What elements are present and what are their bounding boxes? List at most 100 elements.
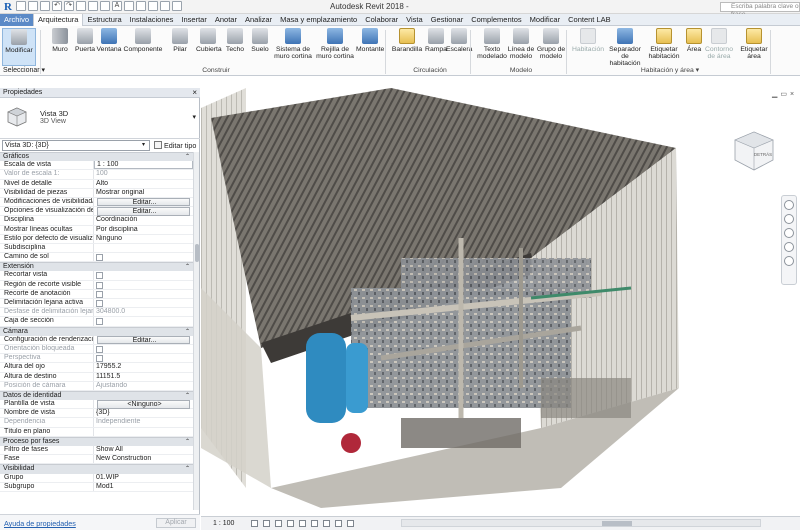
edit-button[interactable]: Editar... [97,335,190,345]
close-view-icon[interactable]: × [790,91,797,98]
tab-complementos[interactable]: Complementos [467,14,525,26]
tag-area-button[interactable]: Etiquetar área [738,28,770,66]
save-icon[interactable] [28,1,38,11]
redo-icon[interactable]: ↷ [64,1,74,11]
view-scale[interactable]: 1 : 100 [213,520,234,527]
property-value[interactable]: Mod1 [94,483,193,491]
restore-icon[interactable]: ▭ [780,91,790,98]
tab-content-lab[interactable]: Content LAB [564,14,615,26]
switch-windows-icon[interactable] [172,1,182,11]
property-value[interactable] [94,428,193,436]
property-value[interactable]: Mostrar original [94,189,193,197]
checkbox[interactable] [96,254,103,262]
hide-isolate-icon[interactable] [335,520,342,527]
column-button[interactable]: Pilar [170,28,190,66]
close-hidden-icon[interactable] [160,1,170,11]
thin-lines-icon[interactable] [148,1,158,11]
select-group-label[interactable]: Seleccionar ▾ [3,66,45,74]
tab-estructura[interactable]: Estructura [83,14,125,26]
detail-level-icon[interactable] [251,520,258,527]
print-icon[interactable] [76,1,86,11]
collapse-icon[interactable]: ⌃ [185,153,190,162]
point-cloud-model[interactable] [201,88,800,516]
render-icon[interactable] [299,520,306,527]
collapse-icon[interactable]: ⌃ [185,438,190,447]
property-section-header[interactable]: Cámara ⌃ [0,326,193,337]
edit-button[interactable]: Editar... [97,207,190,216]
sync-icon[interactable] [40,1,50,11]
property-value[interactable]: 01.WIP [94,474,193,482]
checkbox[interactable] [96,290,103,298]
type-selector[interactable]: Vista 3D 3D View ▾ [0,99,200,139]
property-section-header[interactable]: Gráficos ⌃ [0,152,193,162]
tab-colaborar[interactable]: Colaborar [361,14,402,26]
room-button[interactable]: Habitación [570,28,606,66]
property-section-header[interactable]: Visibilidad ⌃ [0,464,193,474]
door-button[interactable]: Puerta [74,28,96,66]
tab-insertar[interactable]: Insertar [177,14,210,26]
3d-view-icon[interactable] [124,1,134,11]
property-value[interactable]: Show All [94,446,193,454]
section-icon[interactable] [136,1,146,11]
revit-logo-icon[interactable]: R [2,1,14,13]
view-cube[interactable]: DETRÁS [729,126,779,176]
properties-scrollbar[interactable] [193,152,199,510]
chevron-down-icon[interactable]: ▾ [142,141,145,148]
collapse-icon[interactable]: ⌃ [185,392,190,401]
model-line-button[interactable]: Línea de modelo [506,28,536,66]
edit-type-button[interactable]: Editar tipo [154,140,196,151]
properties-help-link[interactable]: Ayuda de propiedades [4,519,76,528]
measure-icon[interactable] [88,1,98,11]
chevron-down-icon[interactable]: ▾ [192,113,196,121]
collapse-icon[interactable]: ⌃ [185,328,190,337]
property-section-header[interactable]: Datos de identidad ⌃ [0,390,193,401]
tab-anotar[interactable]: Anotar [211,14,241,26]
room-separator-button[interactable]: Separador de habitación [606,28,644,67]
property-value[interactable]: Alto [94,180,193,188]
tab-archivo[interactable]: Archivo [0,14,34,26]
collapse-icon[interactable]: ⌃ [185,263,190,272]
pan-icon[interactable] [784,228,794,238]
curtain-system-button[interactable]: Sistema de muro cortina [272,28,314,66]
stair-button[interactable]: Escalera [446,28,472,66]
instance-selector[interactable]: Vista 3D: {3D} [2,140,150,151]
scroll-thumb[interactable] [195,244,199,262]
tag-room-button[interactable]: Etiquetar habitación [646,28,682,66]
floor-button[interactable]: Suelo [248,28,272,66]
area-button[interactable]: Área [684,28,704,66]
component-button[interactable]: Componente [122,28,164,66]
property-value[interactable]: 11151.5 [94,373,193,381]
property-value[interactable] [94,244,193,252]
tab-masa-y-emplazamiento[interactable]: Masa y emplazamiento [276,14,361,26]
lock-icon[interactable] [323,520,330,527]
apply-button[interactable]: Aplicar [156,518,196,528]
tab-gestionar[interactable]: Gestionar [427,14,468,26]
sun-path-icon[interactable] [275,520,282,527]
checkbox[interactable] [96,281,103,289]
mullion-button[interactable]: Montante [356,28,384,66]
checkbox[interactable] [96,318,103,326]
cursor-button[interactable]: Modificar [2,28,36,66]
property-section-header[interactable]: Proceso por fases ⌃ [0,436,193,447]
model-group-button[interactable]: Grupo de modelo [536,28,566,66]
orbit-icon[interactable] [784,242,794,252]
property-value[interactable]: Coordinación [94,216,193,224]
close-icon[interactable]: × [192,88,197,98]
tab-vista[interactable]: Vista [402,14,427,26]
ceiling-button[interactable]: Techo [224,28,246,66]
tab-modificar[interactable]: Modificar [526,14,564,26]
shadows-icon[interactable] [287,520,294,527]
text-icon[interactable]: A [112,1,122,11]
ramp-button[interactable]: Rampa [424,28,448,66]
visual-style-icon[interactable] [263,520,270,527]
open-icon[interactable] [16,1,26,11]
scroll-thumb[interactable] [602,521,632,526]
property-input[interactable]: 1 : 100 [94,160,193,170]
checkbox[interactable] [96,300,103,307]
navigation-settings-icon[interactable] [784,256,794,266]
reveal-hidden-icon[interactable] [347,520,354,527]
tab-analizar[interactable]: Analizar [241,14,276,26]
wall-button[interactable]: Muro [48,28,72,66]
dimension-icon[interactable] [100,1,110,11]
property-value[interactable]: {3D} [94,409,193,417]
